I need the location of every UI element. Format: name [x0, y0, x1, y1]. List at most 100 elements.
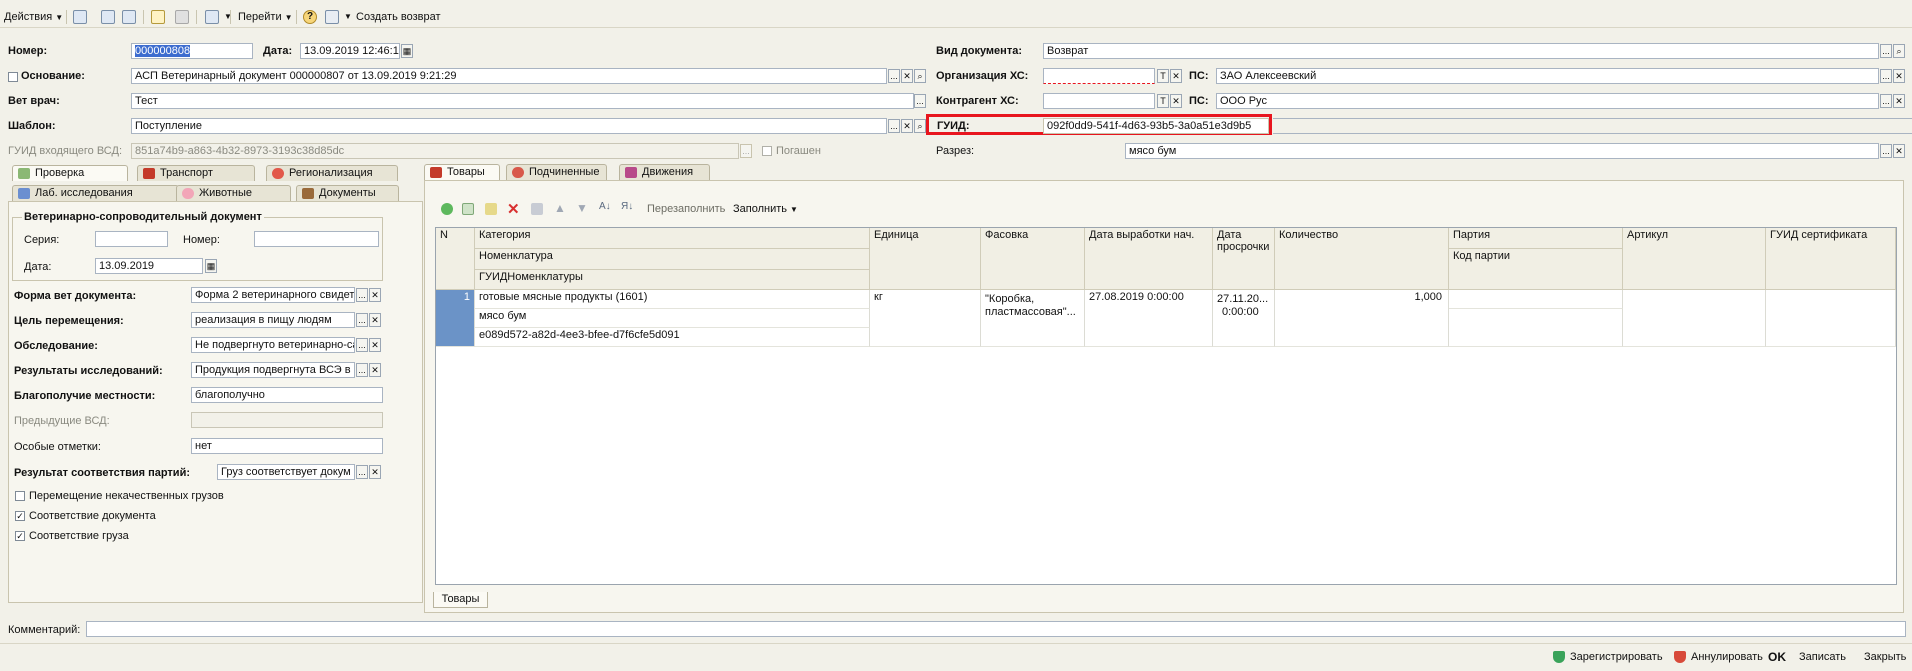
- purpose-field[interactable]: реализация в пищу людям: [191, 312, 355, 328]
- cancelled-checkbox[interactable]: [762, 146, 772, 156]
- batch-compliance-clear-icon[interactable]: ✕: [369, 465, 381, 479]
- fill-menu[interactable]: Заполнить ▼: [733, 203, 798, 215]
- batch-compliance-field[interactable]: Груз соответствует докум: [217, 464, 355, 480]
- special-notes-field[interactable]: нет: [191, 438, 383, 454]
- org-ps-field[interactable]: ЗАО Алексеевский: [1216, 68, 1879, 84]
- sort-asc-icon[interactable]: A↓: [599, 201, 611, 212]
- move-down-icon[interactable]: ▼: [576, 201, 588, 215]
- basis-field[interactable]: АСП Ветеринарный документ 000000807 от 1…: [131, 68, 887, 84]
- contractor-ps-clear-icon[interactable]: ✕: [1893, 94, 1905, 108]
- delete-row-icon[interactable]: ✕: [507, 200, 520, 218]
- reread-icon[interactable]: [122, 10, 136, 24]
- series-field[interactable]: [95, 231, 168, 247]
- register-button[interactable]: Зарегистрировать: [1570, 651, 1663, 663]
- purpose-select-button[interactable]: ...: [356, 313, 368, 327]
- purpose-clear-icon[interactable]: ✕: [369, 313, 381, 327]
- add-row-icon[interactable]: [441, 203, 453, 215]
- save-close-icon[interactable]: [73, 10, 87, 24]
- doc-type-select-button[interactable]: ...: [1880, 44, 1892, 58]
- guid-field[interactable]: 092f0dd9-541f-4d63-93b5-3a0a51e3d9b5: [1043, 118, 1269, 134]
- contractor-clear-icon[interactable]: ✕: [1170, 94, 1182, 108]
- comment-field[interactable]: [86, 621, 1906, 637]
- actions-menu[interactable]: Действия ▼: [4, 9, 63, 25]
- print-icon[interactable]: [325, 10, 339, 24]
- template-field[interactable]: Поступление: [131, 118, 887, 134]
- tab-movements[interactable]: Движения: [619, 164, 710, 180]
- structure-icon[interactable]: [205, 10, 219, 24]
- contractor-ps-select-button[interactable]: ...: [1880, 94, 1892, 108]
- goto-menu[interactable]: Перейти ▼: [238, 9, 293, 25]
- create-return-button[interactable]: Создать возврат: [356, 9, 441, 25]
- vet-doc-calendar-icon[interactable]: ▦: [205, 259, 217, 273]
- form-clear-icon[interactable]: ✕: [369, 288, 381, 302]
- cargo-compliance-checkbox[interactable]: ✓: [15, 531, 25, 541]
- refill-button[interactable]: Перезаполнить: [647, 203, 725, 215]
- basis-select-button[interactable]: ...: [888, 69, 900, 83]
- poor-quality-checkbox[interactable]: [15, 491, 25, 501]
- org-t-button[interactable]: T: [1157, 69, 1169, 83]
- previous-vsd-field[interactable]: [191, 412, 383, 428]
- calendar-icon[interactable]: ▦: [401, 44, 413, 58]
- cut-field[interactable]: мясо бум: [1125, 143, 1879, 159]
- vet-doc-date-field[interactable]: 13.09.2019: [95, 258, 203, 274]
- org-clear-icon[interactable]: ✕: [1170, 69, 1182, 83]
- vet-field[interactable]: Тест: [131, 93, 914, 109]
- org-ps-clear-icon[interactable]: ✕: [1893, 69, 1905, 83]
- cut-clear-icon[interactable]: ✕: [1893, 144, 1905, 158]
- tab-animals[interactable]: Животные: [176, 185, 291, 201]
- research-results-field[interactable]: Продукция подвергнута ВСЭ в п: [191, 362, 355, 378]
- tab-goods[interactable]: Товары: [424, 164, 500, 180]
- doc-type-field[interactable]: Возврат: [1043, 43, 1879, 59]
- end-edit-icon[interactable]: [531, 203, 543, 215]
- delete-icon[interactable]: [175, 10, 189, 24]
- contractor-t-button[interactable]: T: [1157, 94, 1169, 108]
- form-field[interactable]: Форма 2 ветеринарного свидет: [191, 287, 355, 303]
- inspection-field[interactable]: Не подвергнуто ветеринарно-са: [191, 337, 355, 353]
- vet-select-button[interactable]: ...: [914, 94, 926, 108]
- contractor-field[interactable]: [1043, 93, 1155, 109]
- basis-clear-icon[interactable]: ✕: [901, 69, 913, 83]
- doc-compliance-checkbox[interactable]: ✓: [15, 511, 25, 521]
- save-icon[interactable]: [101, 10, 115, 24]
- template-clear-icon[interactable]: ✕: [901, 119, 913, 133]
- help-icon[interactable]: ?: [303, 10, 317, 24]
- cut-select-button[interactable]: ...: [1880, 144, 1892, 158]
- tab-subordinate[interactable]: Подчиненные: [506, 164, 607, 180]
- form-select-button[interactable]: ...: [356, 288, 368, 302]
- tab-transport[interactable]: Транспорт: [137, 165, 255, 181]
- tab-lab[interactable]: Лаб. исследования: [12, 185, 179, 201]
- inspection-clear-icon[interactable]: ✕: [369, 338, 381, 352]
- number-field[interactable]: 000000808: [131, 43, 253, 59]
- copy-icon[interactable]: [151, 10, 165, 24]
- move-up-icon[interactable]: ▲: [554, 201, 566, 215]
- save-button[interactable]: Записать: [1799, 651, 1846, 663]
- copy-row-icon[interactable]: [462, 203, 474, 215]
- inspection-select-button[interactable]: ...: [356, 338, 368, 352]
- template-search-icon[interactable]: ⌕: [914, 119, 926, 133]
- tab-documents[interactable]: Документы: [296, 185, 399, 201]
- basis-search-icon[interactable]: ⌕: [914, 69, 926, 83]
- org-ps-select-button[interactable]: ...: [1880, 69, 1892, 83]
- close-button[interactable]: Закрыть: [1864, 651, 1906, 663]
- tab-check[interactable]: Проверка: [12, 165, 128, 181]
- tab-regionalization[interactable]: Регионализация: [266, 165, 398, 181]
- vet-doc-number-field[interactable]: [254, 231, 379, 247]
- area-wellbeing-field[interactable]: благополучно: [191, 387, 383, 403]
- research-results-select-button[interactable]: ...: [356, 363, 368, 377]
- contractor-ps-field[interactable]: ООО Рус: [1216, 93, 1879, 109]
- ok-button[interactable]: OK: [1768, 650, 1786, 664]
- template-select-button[interactable]: ...: [888, 119, 900, 133]
- table-row[interactable]: 1 готовые мясные продукты (1601) мясо бу…: [436, 290, 1896, 347]
- sort-desc-icon[interactable]: Я↓: [621, 201, 633, 212]
- incoming-guid-select-button[interactable]: ...: [740, 144, 752, 158]
- org-field[interactable]: [1043, 68, 1155, 84]
- incoming-guid-field[interactable]: 851a74b9-a863-4b32-8973-3193c38d85dc: [131, 143, 739, 159]
- tab-goods-bottom[interactable]: Товары: [433, 592, 488, 608]
- print-dropdown-icon[interactable]: ▼: [344, 12, 352, 21]
- batch-compliance-select-button[interactable]: ...: [356, 465, 368, 479]
- basis-checkbox[interactable]: [8, 72, 18, 82]
- doc-type-search-icon[interactable]: ⌕: [1893, 44, 1905, 58]
- date-field[interactable]: 13.09.2019 12:46:1: [300, 43, 400, 59]
- research-results-clear-icon[interactable]: ✕: [369, 363, 381, 377]
- cancel-button[interactable]: Аннулировать: [1691, 651, 1763, 663]
